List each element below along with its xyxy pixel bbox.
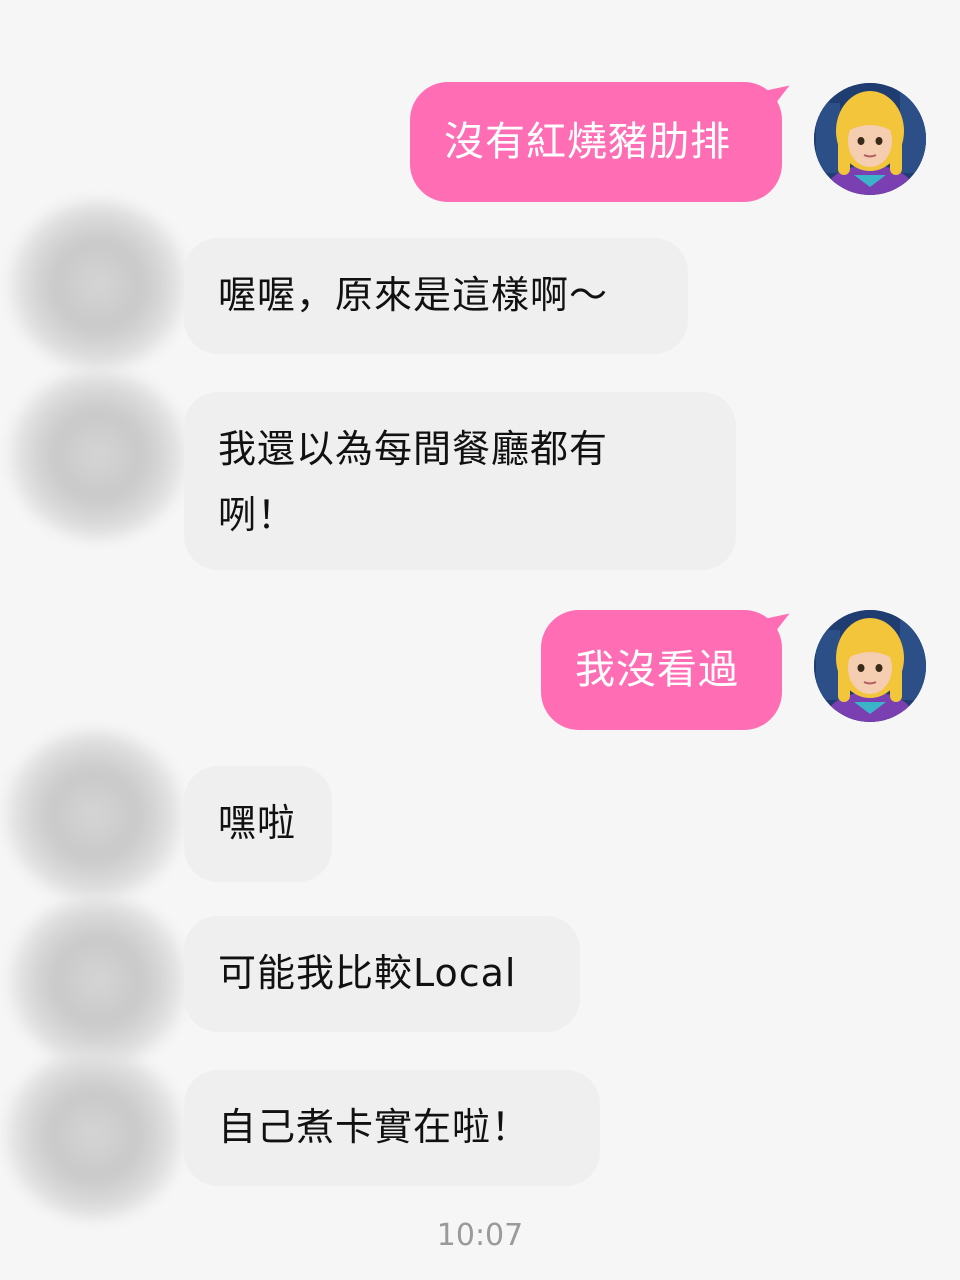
outgoing-message[interactable]: 我沒看過 (541, 610, 782, 730)
other-avatar[interactable] (4, 1050, 184, 1220)
other-avatar[interactable] (8, 200, 188, 370)
other-avatar[interactable] (4, 730, 184, 900)
my-avatar[interactable] (814, 610, 926, 722)
incoming-message[interactable]: 自己煮卡實在啦！ (184, 1070, 600, 1186)
incoming-message[interactable]: 可能我比較Local (184, 916, 580, 1032)
incoming-message[interactable]: 嘿啦 (184, 766, 332, 882)
message-text: 沒有紅燒豬肋排 (444, 119, 731, 165)
incoming-message[interactable]: 喔喔，原來是這樣啊～ (184, 238, 688, 354)
other-avatar[interactable] (8, 370, 188, 540)
cartoon-girl-avatar-icon (814, 610, 926, 722)
message-text-line-2: 咧！ (218, 493, 297, 537)
other-avatar[interactable] (8, 896, 188, 1066)
message-text-line-1: 我還以為每間餐廳都有 (218, 427, 609, 471)
message-text: 我沒看過 (575, 647, 739, 693)
message-text: 嘿啦 (218, 801, 297, 845)
message-timestamp: 10:07 (436, 1218, 524, 1253)
cartoon-girl-avatar-icon (814, 83, 926, 195)
message-text: 可能我比較Local (218, 951, 517, 995)
message-text: 自己煮卡實在啦！ (218, 1105, 531, 1149)
incoming-message[interactable]: 我還以為每間餐廳都有 咧！ (184, 392, 736, 570)
message-text: 喔喔，原來是這樣啊～ (218, 273, 609, 317)
outgoing-message[interactable]: 沒有紅燒豬肋排 (410, 82, 782, 202)
my-avatar[interactable] (814, 83, 926, 195)
chat-thread[interactable]: 沒有紅燒豬肋排 喔喔，原來是這樣啊～ 我還以為每間餐廳都有 咧！ 我沒看過 嘿啦… (0, 0, 960, 1280)
